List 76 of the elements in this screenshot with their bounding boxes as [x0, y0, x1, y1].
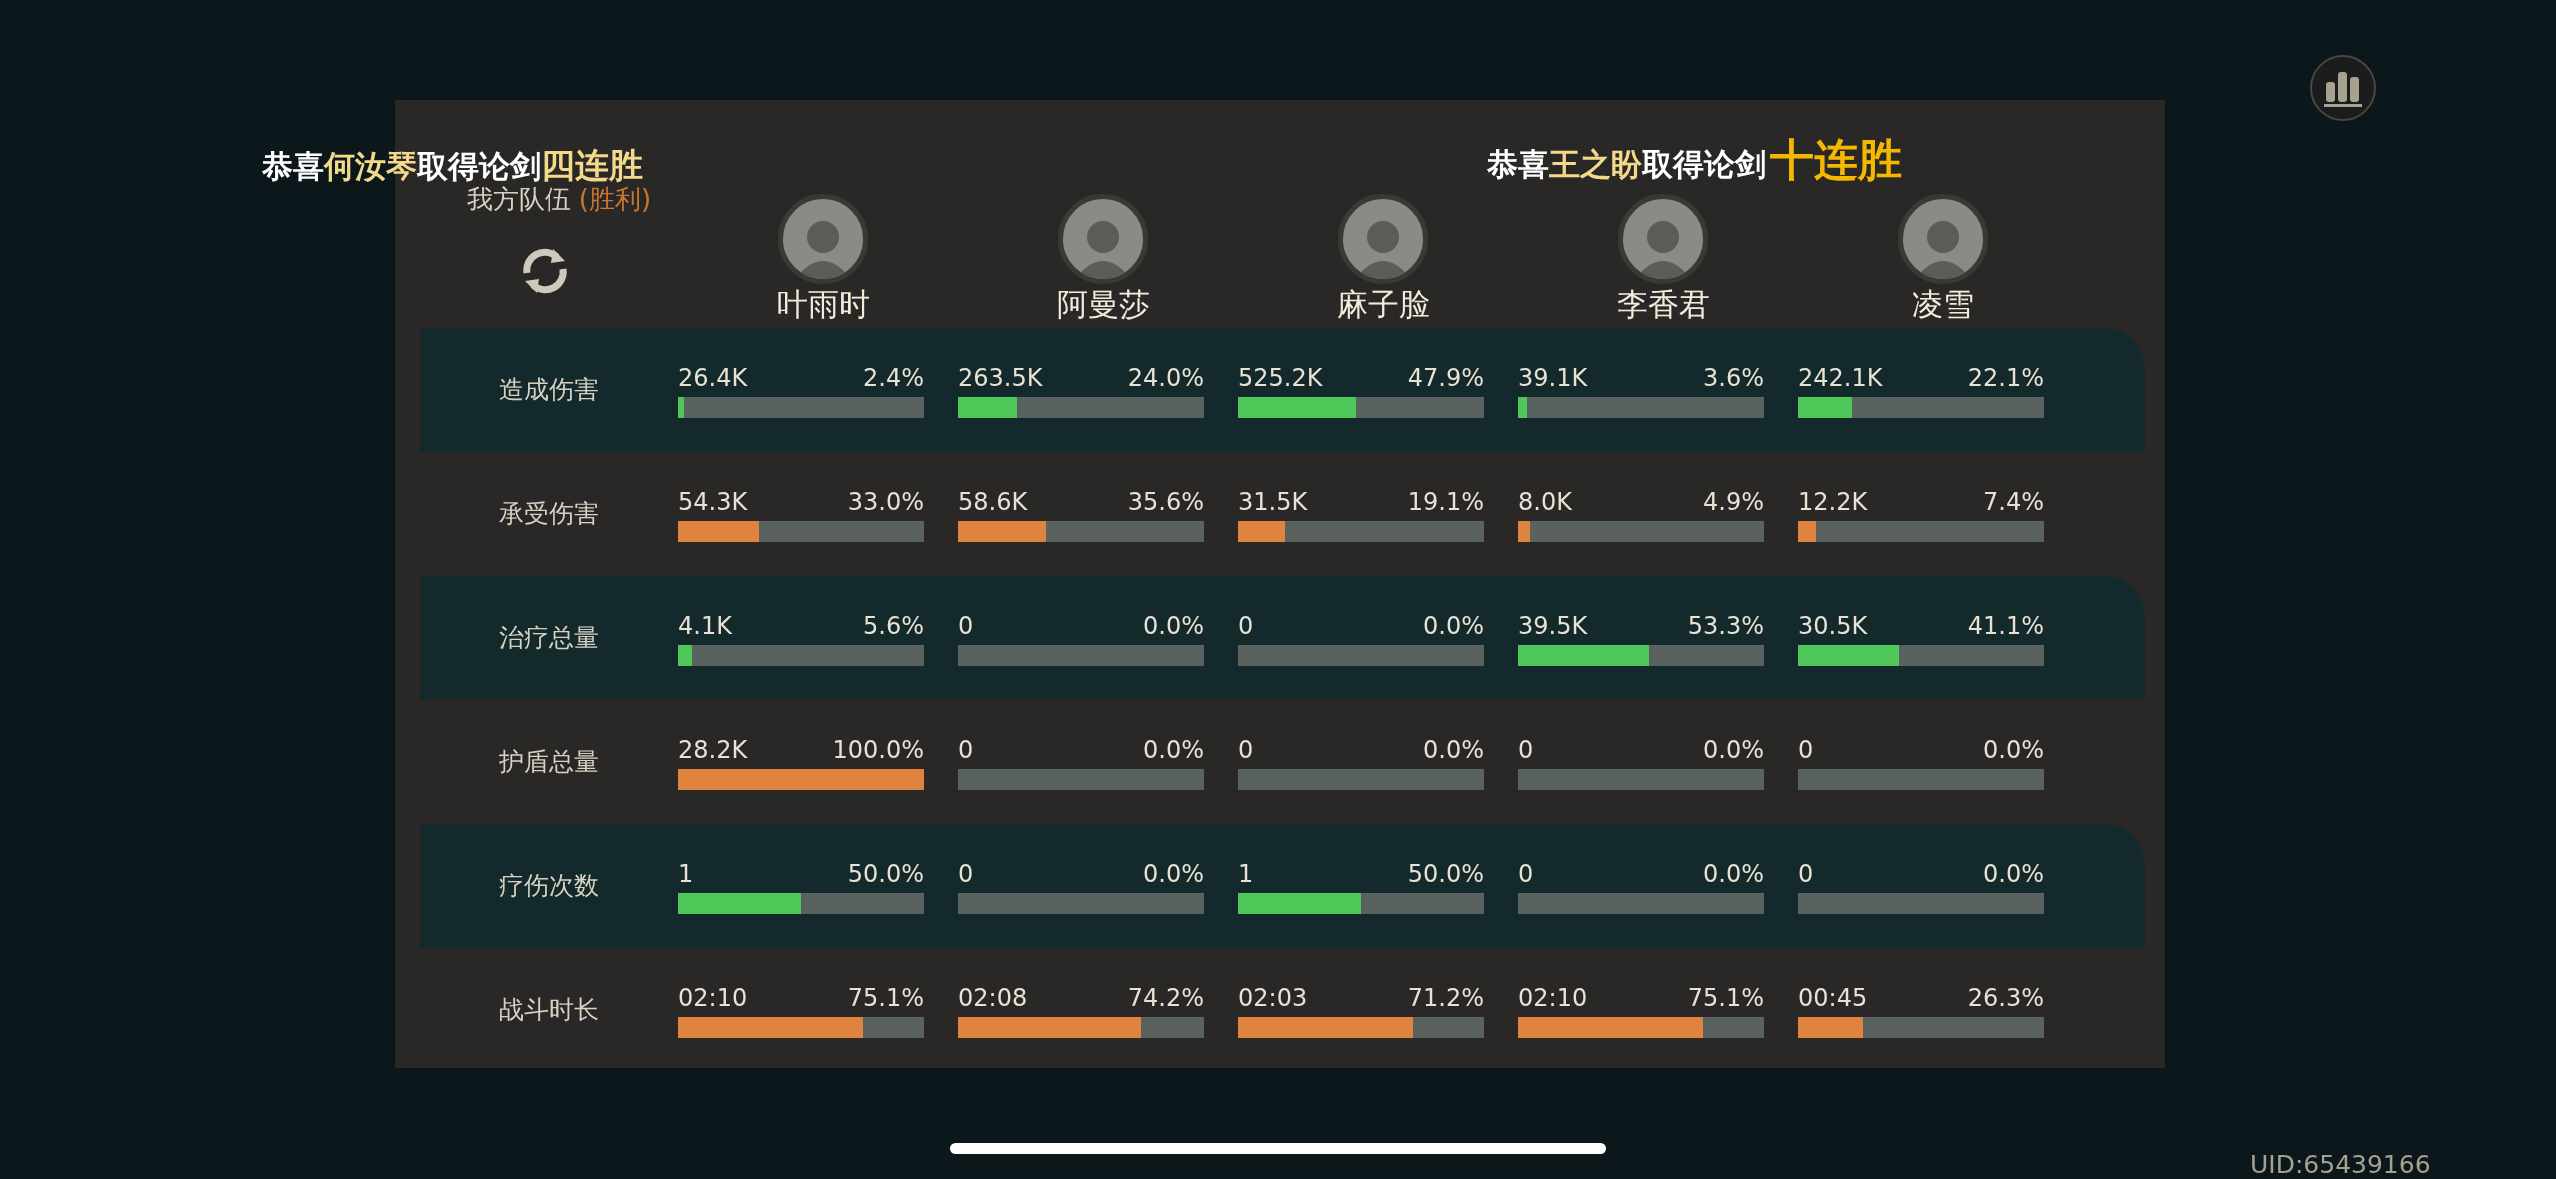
stat-percent: 3.6% — [1703, 362, 1764, 393]
stat-percent: 53.3% — [1687, 610, 1764, 641]
stat-value: 1 — [678, 858, 694, 889]
stat-value: 30.5K — [1798, 610, 1868, 641]
streak-message: 恭喜王之盼取得论剑十连胜 — [1487, 138, 1902, 182]
stat-percent: 35.6% — [1127, 486, 1204, 517]
stat-value: 0 — [1238, 610, 1254, 641]
stat-value: 0 — [1518, 734, 1534, 765]
stat-percent: 75.1% — [1687, 982, 1764, 1013]
stat-percent: 0.0% — [1703, 858, 1764, 889]
stat-value: 525.2K — [1238, 362, 1323, 393]
stat-percent: 19.1% — [1407, 486, 1484, 517]
stat-value: 12.2K — [1798, 486, 1868, 517]
stat-label: 疗伤次数 — [499, 870, 599, 903]
team-label: 我方队伍 — [466, 183, 571, 216]
stat-percent: 0.0% — [1423, 734, 1484, 765]
team-result: (胜利) — [578, 183, 652, 216]
player-name: 凌雪 — [1912, 286, 1974, 322]
stat-percent: 71.2% — [1407, 982, 1484, 1013]
stat-value: 0 — [1518, 858, 1534, 889]
uid-label: UID:65439166 — [2250, 1149, 2431, 1179]
stat-label: 治疗总量 — [499, 622, 599, 655]
stat-percent: 0.0% — [1423, 610, 1484, 641]
stat-percent: 0.0% — [1143, 610, 1204, 641]
streak-message: 恭喜何汝琴取得论剑四连胜 — [262, 144, 643, 186]
stat-percent: 47.9% — [1407, 362, 1484, 393]
stat-percent: 22.1% — [1967, 362, 2044, 393]
stat-percent: 4.9% — [1703, 486, 1764, 517]
player-name: 叶雨时 — [776, 286, 870, 322]
player-name: 阿曼莎 — [1056, 286, 1150, 322]
stat-percent: 75.1% — [847, 982, 924, 1013]
stat-label: 承受伤害 — [499, 498, 599, 531]
stat-value: 0 — [1238, 734, 1254, 765]
stat-percent: 7.4% — [1983, 486, 2044, 517]
stat-label: 护盾总量 — [499, 746, 599, 779]
stat-value: 39.1K — [1518, 362, 1588, 393]
stat-value: 8.0K — [1518, 486, 1572, 517]
stat-value: 28.2K — [678, 734, 748, 765]
stat-value: 1 — [1238, 858, 1254, 889]
stat-percent: 0.0% — [1983, 734, 2044, 765]
stat-value: 39.5K — [1518, 610, 1588, 641]
stat-value: 0 — [958, 610, 974, 641]
stat-value: 02:10 — [1518, 982, 1588, 1013]
stat-value: 0 — [1798, 858, 1814, 889]
stat-percent: 0.0% — [1983, 858, 2044, 889]
stat-percent: 100.0% — [832, 734, 924, 765]
stat-percent: 0.0% — [1703, 734, 1764, 765]
stat-percent: 24.0% — [1127, 362, 1204, 393]
stat-value: 242.1K — [1798, 362, 1883, 393]
stat-percent: 2.4% — [863, 362, 924, 393]
stat-percent: 50.0% — [1407, 858, 1484, 889]
stat-value: 4.1K — [678, 610, 732, 641]
stat-value: 54.3K — [678, 486, 748, 517]
stat-value: 263.5K — [958, 362, 1043, 393]
stat-value: 0 — [958, 858, 974, 889]
stat-value: 31.5K — [1238, 486, 1308, 517]
stat-value: 02:08 — [958, 982, 1028, 1013]
stat-percent: 41.1% — [1967, 610, 2044, 641]
stat-label: 战斗时长 — [499, 994, 599, 1027]
stat-value: 0 — [958, 734, 974, 765]
stat-value: 58.6K — [958, 486, 1028, 517]
stat-percent: 74.2% — [1127, 982, 1204, 1013]
stat-percent: 33.0% — [847, 486, 924, 517]
stat-percent: 0.0% — [1143, 858, 1204, 889]
stat-value: 02:03 — [1238, 982, 1308, 1013]
stat-value: 00:45 — [1798, 982, 1868, 1013]
stat-percent: 50.0% — [847, 858, 924, 889]
player-name: 麻子脸 — [1336, 286, 1430, 322]
stat-percent: 0.0% — [1143, 734, 1204, 765]
stat-label: 造成伤害 — [499, 374, 599, 407]
player-name: 李香君 — [1616, 286, 1710, 322]
stat-value: 26.4K — [678, 362, 748, 393]
stat-value: 02:10 — [678, 982, 748, 1013]
stat-value: 0 — [1798, 734, 1814, 765]
stat-percent: 26.3% — [1967, 982, 2044, 1013]
stat-percent: 5.6% — [863, 610, 924, 641]
